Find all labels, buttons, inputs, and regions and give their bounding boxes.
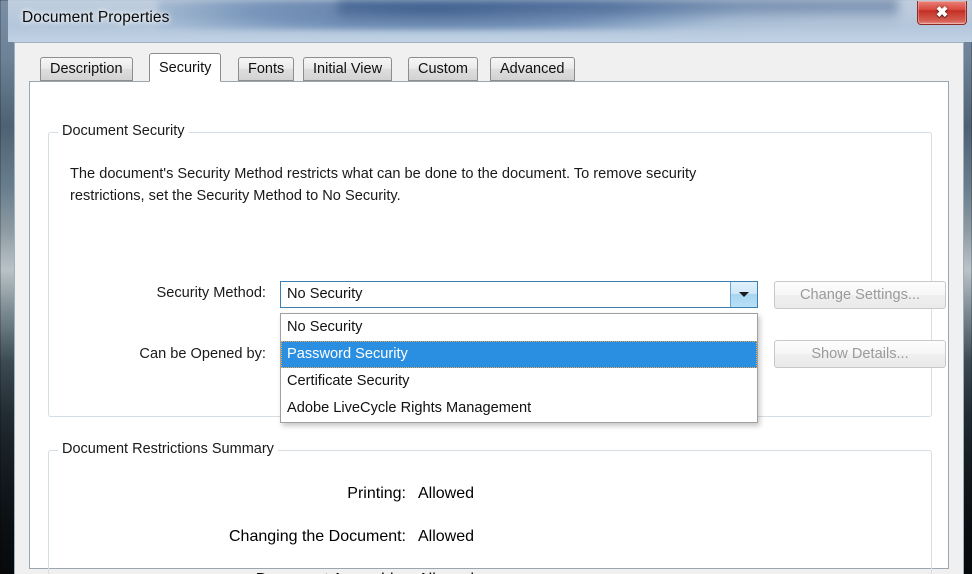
security-description-line-2: restrictions, set the Security Method to… (70, 188, 401, 204)
document-restrictions-summary-group: Document Restrictions Summary (48, 441, 932, 574)
dropdown-option-no-security[interactable]: No Security (281, 314, 757, 341)
security-method-label: Security Method: (156, 285, 266, 301)
tab-label: Security (159, 59, 212, 76)
document-properties-window: Document Properties ✖ Description Securi… (8, 0, 972, 574)
close-icon: ✖ (935, 4, 949, 21)
security-method-combobox[interactable]: No Security (280, 281, 758, 308)
tab-description[interactable]: Description (40, 57, 133, 81)
chevron-down-icon (739, 292, 749, 297)
tab-custom[interactable]: Custom (408, 57, 478, 81)
document-security-group-title: Document Security (58, 123, 189, 139)
window-titlebar[interactable]: Document Properties ✖ (8, 0, 972, 42)
dropdown-option-password-security[interactable]: Password Security (281, 341, 757, 368)
combobox-dropdown-button[interactable] (730, 282, 757, 307)
tab-fonts[interactable]: Fonts (238, 57, 295, 81)
restriction-label: Changing the Document: (229, 528, 406, 545)
tab-label: Description (50, 61, 123, 77)
titlebar-glass-blur-secondary (338, 0, 898, 22)
document-restrictions-summary-group-title: Document Restrictions Summary (58, 441, 278, 457)
tab-security[interactable]: Security (149, 53, 222, 82)
restriction-value: Allowed (418, 528, 475, 545)
restriction-row-changing-the-document: Changing the Document: Allowed (70, 528, 630, 548)
window-title: Document Properties (22, 9, 170, 26)
dropdown-option-certificate-security[interactable]: Certificate Security (281, 368, 757, 395)
restriction-row-printing: Printing: Allowed (70, 485, 630, 505)
security-description-line-1: The document's Security Method restricts… (70, 166, 697, 182)
tab-label: Custom (418, 61, 468, 77)
tab-label: Advanced (500, 61, 565, 77)
close-button[interactable]: ✖ (917, 1, 967, 25)
tab-initial-view[interactable]: Initial View (303, 57, 393, 81)
security-method-combobox-value: No Security (287, 286, 363, 302)
security-tab-page: Document Security The document's Securit… (29, 81, 949, 574)
show-details-button[interactable]: Show Details... (774, 340, 946, 368)
tab-label: Initial View (313, 61, 383, 77)
security-method-dropdown-list[interactable]: No Security Password Security Certificat… (280, 313, 758, 423)
restriction-label: Printing: (347, 485, 406, 502)
tab-label: Fonts (248, 61, 285, 77)
can-be-opened-by-label: Can be Opened by: (139, 346, 266, 362)
restriction-value: Allowed (418, 485, 475, 502)
window-client-area: Description Security Fonts Initial View … (14, 42, 964, 574)
tab-advanced[interactable]: Advanced (490, 57, 575, 81)
change-settings-button[interactable]: Change Settings... (774, 281, 946, 309)
titlebar-glass-blur (158, 0, 878, 30)
dropdown-option-adobe-livecycle-rights-management[interactable]: Adobe LiveCycle Rights Management (281, 395, 757, 422)
